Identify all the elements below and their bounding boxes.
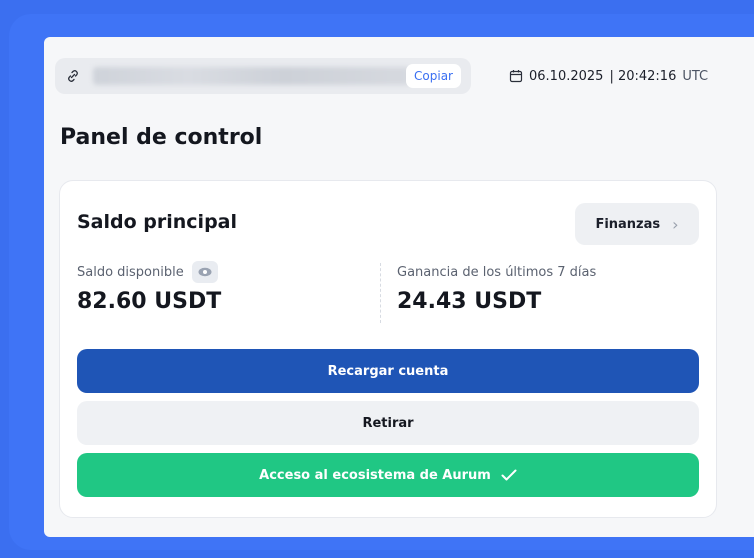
weekly-earnings: Ganancia de los últimos 7 días 24.43 USD…: [397, 261, 597, 315]
time-text: | 20:42:16: [609, 68, 677, 84]
page-title: Panel de control: [60, 125, 263, 150]
available-balance-label: Saldo disponible: [77, 264, 184, 280]
balance-panel: Saldo principal Finanzas › Saldo disponi…: [59, 180, 717, 518]
referral-link-field[interactable]: Copiar: [55, 58, 471, 94]
weekly-earnings-value: 24.43 USDT: [397, 289, 542, 314]
withdraw-button[interactable]: Retirar: [77, 401, 699, 445]
chevron-right-icon: ›: [672, 214, 679, 234]
stats-divider: [380, 263, 381, 323]
available-balance: Saldo disponible 82.60 USDT: [77, 261, 221, 314]
server-datetime: 06.10.2025 | 20:42:16 UTC: [509, 66, 708, 86]
withdraw-button-label: Retirar: [362, 415, 414, 431]
balance-panel-title: Saldo principal: [77, 211, 238, 233]
copy-button[interactable]: Copiar: [406, 64, 461, 88]
finance-button[interactable]: Finanzas ›: [575, 203, 699, 245]
dashboard-card: Copiar 06.10.2025 | 20:42:16 UTC Panel d…: [44, 37, 754, 537]
recharge-button[interactable]: Recargar cuenta: [77, 349, 699, 393]
available-balance-value: 82.60 USDT: [77, 289, 222, 314]
ecosystem-access-button[interactable]: Acceso al ecosistema de Aurum: [77, 453, 699, 497]
date-text: 06.10.2025: [529, 68, 604, 84]
ecosystem-button-label: Acceso al ecosistema de Aurum: [259, 467, 491, 483]
checkmark-icon: [501, 469, 517, 481]
eye-icon: [198, 267, 212, 277]
finance-button-label: Finanzas: [595, 216, 661, 232]
referral-link-blurred: [93, 67, 411, 85]
link-icon: [68, 70, 78, 82]
recharge-button-label: Recargar cuenta: [327, 363, 449, 379]
calendar-icon: [509, 70, 523, 83]
weekly-earnings-label: Ganancia de los últimos 7 días: [397, 264, 597, 280]
toggle-visibility-button[interactable]: [191, 261, 218, 283]
timezone-text: UTC: [682, 68, 709, 84]
